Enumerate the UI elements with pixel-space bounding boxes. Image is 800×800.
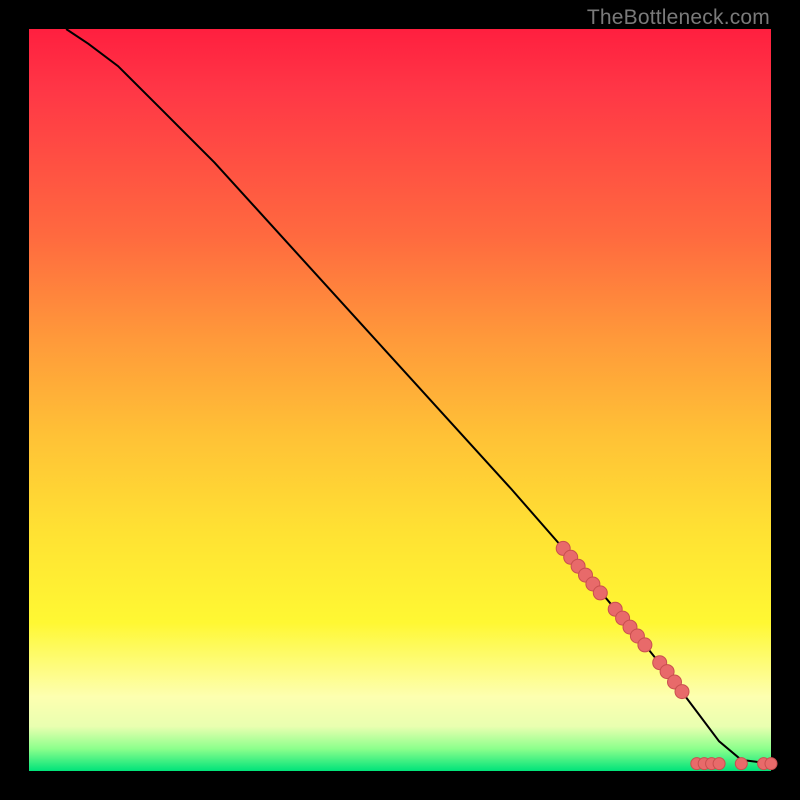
attribution-label: TheBottleneck.com bbox=[587, 6, 770, 30]
data-marker bbox=[765, 758, 777, 770]
data-marker bbox=[713, 758, 725, 770]
markers-tail bbox=[691, 758, 777, 770]
data-marker bbox=[638, 638, 652, 652]
chart-svg bbox=[29, 29, 771, 771]
data-marker bbox=[735, 758, 747, 770]
chart-curve bbox=[66, 29, 771, 764]
data-marker bbox=[675, 685, 689, 699]
chart-stage: TheBottleneck.com bbox=[0, 0, 800, 800]
plot-area bbox=[29, 29, 771, 771]
markers-on-curve bbox=[556, 541, 689, 698]
data-marker bbox=[593, 586, 607, 600]
